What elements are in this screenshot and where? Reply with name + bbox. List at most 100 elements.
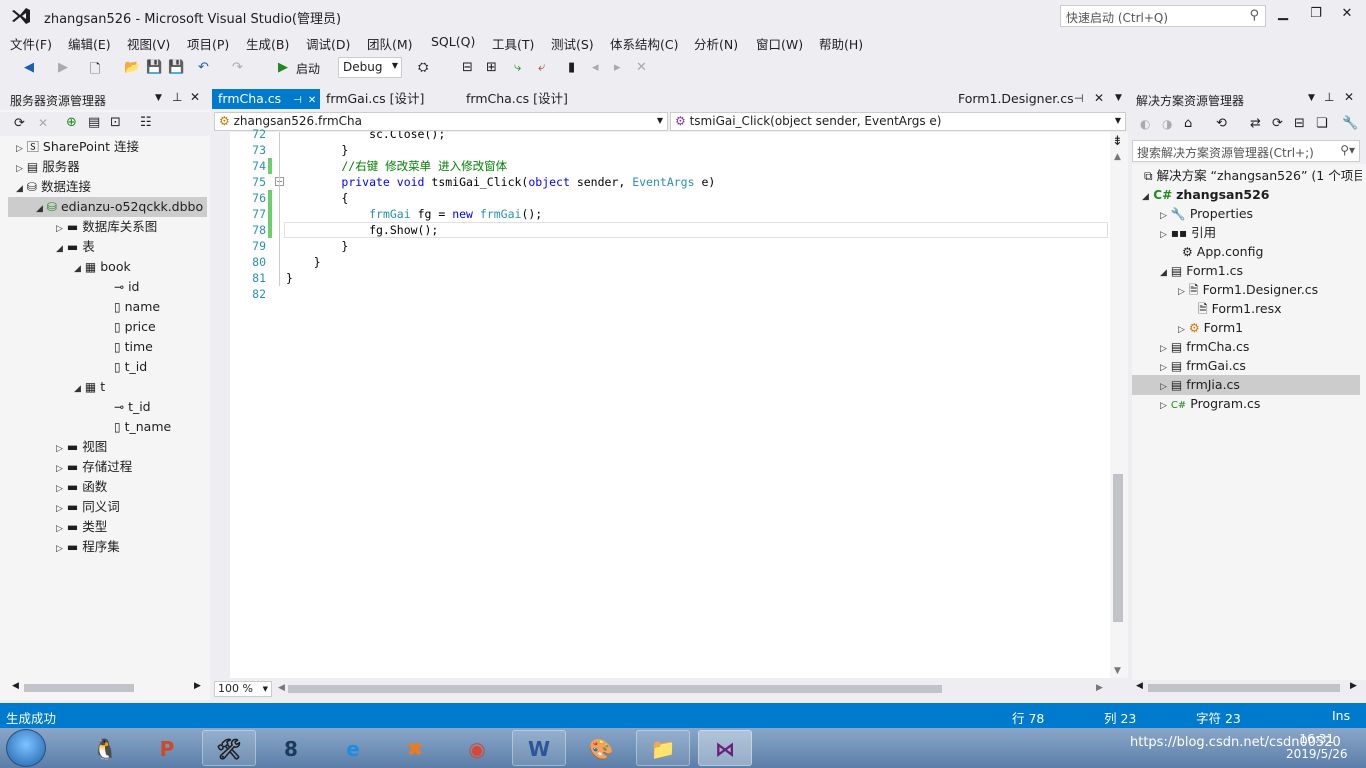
minimize-icon[interactable]: ▁	[1272, 6, 1294, 24]
clock[interactable]: 16:31 2019/5/26	[1286, 732, 1348, 762]
sync-icon[interactable]: ⟲	[1216, 116, 1227, 131]
forward-icon[interactable]: ◑	[1162, 117, 1172, 131]
tree-item[interactable]: ▷ ▬ 存储过程	[56, 457, 132, 477]
refresh-icon[interactable]: ⟳	[1272, 116, 1283, 131]
menu-tools[interactable]: 工具(T)	[492, 34, 534, 53]
back-icon[interactable]: ◀	[24, 60, 34, 76]
save-all-icon[interactable]: 💾	[168, 60, 184, 76]
visual-studio-icon[interactable]: ⋈	[698, 730, 752, 766]
tree-item[interactable]: ⚙ App.config	[1182, 242, 1263, 262]
next-bookmark-icon[interactable]: ▸	[614, 60, 621, 76]
open-icon[interactable]: 📂	[124, 60, 140, 76]
tree-item[interactable]: ▷ ▤ frmGai.cs	[1160, 356, 1246, 376]
scroll-left-icon[interactable]: ◀	[12, 681, 19, 691]
quick-launch-input[interactable]: 快速启动 (Ctrl+Q) ⚲	[1060, 5, 1266, 27]
scroll-right-icon[interactable]: ▶	[1350, 681, 1357, 691]
close-icon[interactable]: ✕	[1094, 91, 1104, 105]
split-icon[interactable]: ⇟	[1112, 134, 1123, 149]
chevron-down-icon[interactable]: ▼	[1308, 93, 1315, 103]
tab-frmcha-design[interactable]: frmCha.cs [设计]	[460, 89, 574, 109]
horizontal-scrollbar[interactable]: ◀ ▶	[1134, 681, 1360, 695]
word-icon[interactable]: W	[512, 730, 566, 766]
new-project-icon[interactable]: 🗋	[90, 60, 100, 77]
tree-item[interactable]: ▷ ▪▪ 引用	[1160, 223, 1216, 243]
paint-icon[interactable]: 🎨	[574, 730, 628, 766]
tab-frmgai-design[interactable]: frmGai.cs [设计]	[320, 89, 430, 109]
tree-item[interactable]: ▷ ▬ 程序集	[56, 537, 120, 557]
close-icon[interactable]: ✕	[1336, 6, 1358, 24]
tools-icon[interactable]: 🛠	[202, 730, 256, 766]
properties-icon[interactable]: 🔧	[1342, 116, 1358, 131]
align-icon[interactable]: ⊟	[462, 60, 473, 76]
pin-icon[interactable]: ⊣	[293, 95, 302, 106]
menu-view[interactable]: 视图(V)	[127, 34, 170, 53]
redo-icon[interactable]: ↷	[232, 60, 243, 76]
close-icon[interactable]: ✕	[308, 95, 316, 106]
scroll-down-icon[interactable]: ▼	[1114, 666, 1121, 676]
tree-item[interactable]: ▷ 🅂 SharePoint 连接	[16, 137, 139, 157]
chrome-icon[interactable]: ◉	[450, 730, 504, 766]
tree-item[interactable]: ▯ name	[114, 297, 160, 317]
tree-item[interactable]: ▷ C# Program.cs	[1160, 394, 1260, 414]
tree-item[interactable]: ⊸ id	[114, 277, 139, 297]
tree-item[interactable]: ◢ ▬ 表	[56, 237, 95, 257]
qq-icon[interactable]: 🐧	[78, 730, 132, 766]
tree-item[interactable]: ▷ ▬ 类型	[56, 517, 107, 537]
close-panel-icon[interactable]: ✕	[190, 90, 200, 104]
tree-item[interactable]: ▷ ▤ frmCha.cs	[1160, 337, 1249, 357]
tree-item[interactable]: ▷ ⚙ Form1	[1178, 318, 1243, 338]
comment-icon[interactable]: ⤷	[514, 60, 521, 76]
tree-item[interactable]: ▯ t_id	[114, 357, 147, 377]
tree-item[interactable]: ⧉ 解决方案 “zhangsan526” (1 个项目	[1144, 166, 1362, 186]
ie-icon[interactable]: e	[326, 730, 380, 766]
menu-debug[interactable]: 调试(D)	[306, 34, 350, 53]
horizontal-scrollbar[interactable]: ◀ ▶	[6, 681, 206, 695]
tree-item[interactable]: ▯ price	[114, 317, 156, 337]
properties-icon[interactable]: ☷	[140, 115, 152, 130]
sharepoint-connect-icon[interactable]: ⊡	[110, 115, 121, 130]
tree-item[interactable]: ▷ ▤ frmJia.cs	[1160, 375, 1240, 395]
clear-bookmark-icon[interactable]: ✕	[636, 60, 647, 76]
tree-item[interactable]: ◢ ⛁ edianzu-o52qckk.dbbo	[36, 197, 206, 217]
pin-icon[interactable]: ⊥	[1324, 90, 1334, 104]
tree-item[interactable]: ◢ ▦ t	[74, 377, 105, 397]
collapse-all-icon[interactable]: ⊟	[1294, 116, 1305, 131]
tree-item[interactable]: ▷ ▬ 函数	[56, 477, 107, 497]
back-icon[interactable]: ◐	[1140, 117, 1150, 131]
save-icon[interactable]: 💾	[146, 60, 162, 76]
menu-architecture[interactable]: 体系结构(C)	[610, 34, 678, 53]
scroll-right-icon[interactable]: ▶	[1096, 683, 1103, 693]
menu-project[interactable]: 项目(P)	[187, 34, 229, 53]
start-icon[interactable]: ▶	[278, 60, 288, 76]
app-8-icon[interactable]: 8	[264, 730, 318, 766]
tree-item[interactable]: ▷ ▬ 视图	[56, 437, 107, 457]
tree-item[interactable]: ⊸ t_id	[114, 397, 151, 417]
tree-item[interactable]: ▷ 🗎 Form1.Designer.cs	[1178, 280, 1318, 300]
scroll-up-icon[interactable]: ▲	[1114, 152, 1121, 162]
tree-item[interactable]: ▷ ▬ 同义词	[56, 497, 120, 517]
restore-icon[interactable]: ❐	[1305, 6, 1327, 24]
explorer-icon[interactable]: 📁	[636, 730, 690, 766]
prev-bookmark-icon[interactable]: ◂	[592, 60, 599, 76]
tree-item[interactable]: ▷ ▤ 服务器	[16, 157, 80, 177]
scroll-right-icon[interactable]: ▶	[194, 681, 201, 691]
scrollbar-thumb[interactable]	[24, 684, 134, 692]
forward-icon[interactable]: ▶	[58, 60, 68, 76]
member-dropdown[interactable]: ⚙ tsmiGai_Click(object sender, EventArgs…	[670, 112, 1126, 131]
menu-edit[interactable]: 编辑(E)	[68, 34, 111, 53]
configuration-select[interactable]: Debug ▼	[338, 57, 402, 78]
close-panel-icon[interactable]: ✕	[1344, 90, 1354, 104]
pin-icon[interactable]: ⊥	[172, 90, 182, 104]
tree-item[interactable]: ◢ C# zhangsan526	[1142, 185, 1269, 205]
tree-item[interactable]: ▷ 🔧 Properties	[1160, 204, 1253, 224]
attach-icon[interactable]: ⛭	[418, 60, 428, 76]
scroll-left-icon[interactable]: ◀	[1136, 681, 1143, 691]
xampp-icon[interactable]: ✖	[388, 730, 442, 766]
chevron-down-icon[interactable]: ▼	[155, 93, 162, 103]
menu-test[interactable]: 测试(S)	[551, 34, 594, 53]
powerpoint-icon[interactable]: P	[140, 730, 194, 766]
stop-icon[interactable]: ✕	[38, 116, 48, 130]
tree-item[interactable]: ▯ t_name	[114, 417, 171, 437]
bookmark-icon[interactable]: ▮	[568, 60, 575, 76]
scrollbar-thumb[interactable]	[288, 685, 942, 693]
